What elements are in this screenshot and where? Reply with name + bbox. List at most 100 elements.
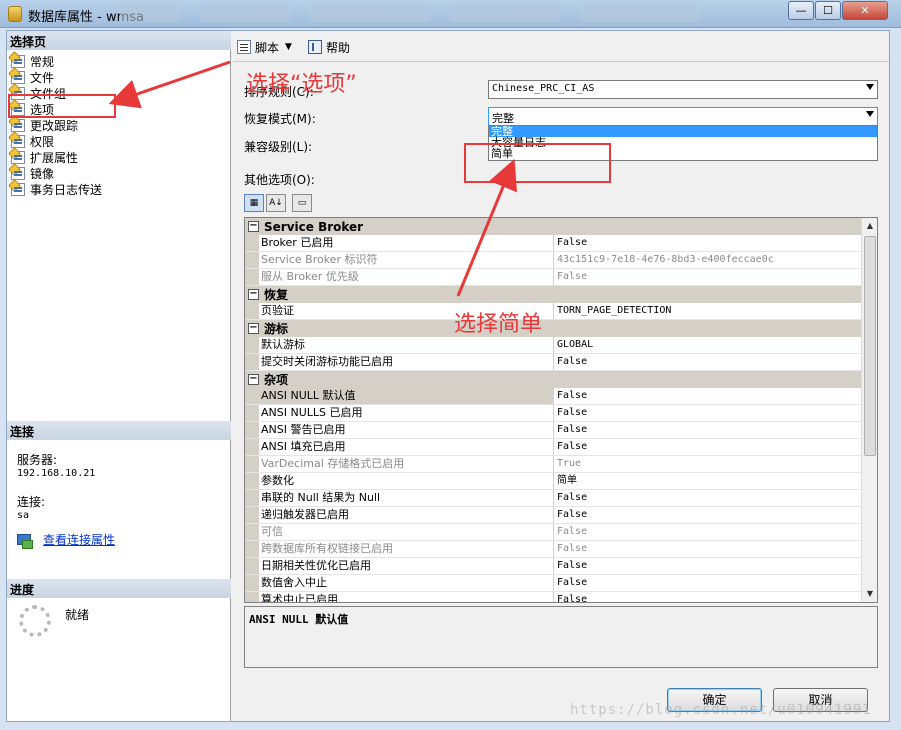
grid-row[interactable]: 数值舍入中止 False	[245, 575, 862, 592]
grid-row[interactable]: 默认游标 GLOBAL	[245, 337, 862, 354]
page-item[interactable]: 文件	[11, 69, 227, 85]
grid-row-name: ANSI NULLS 已启用	[259, 405, 554, 421]
grid-row[interactable]: 提交时关闭游标功能已启用 False	[245, 354, 862, 371]
grid-row-value[interactable]: False	[554, 439, 862, 455]
maximize-button[interactable]: ☐	[815, 1, 841, 20]
grid-row-gutter	[245, 575, 259, 591]
other-options-label: 其他选项(O):	[244, 173, 315, 187]
sort-alphabetical-icon[interactable]: A↓	[266, 194, 286, 212]
taskbar-blur	[450, 4, 560, 22]
page-item[interactable]: 扩展属性	[11, 149, 227, 165]
grid-row-value[interactable]: False	[554, 592, 862, 602]
page-item-label: 文件	[30, 70, 55, 85]
grid-row-value[interactable]: 简单	[554, 473, 862, 489]
grid-row-gutter	[245, 592, 259, 602]
script-button[interactable]: 脚本 ▼	[233, 37, 300, 57]
grid-row-value[interactable]: False	[554, 558, 862, 574]
collapse-icon[interactable]: −	[248, 323, 259, 334]
minimize-button[interactable]: —	[788, 1, 814, 20]
grid-row[interactable]: Broker 已启用 False	[245, 235, 862, 252]
grid-row-value[interactable]: False	[554, 405, 862, 421]
grid-row-gutter	[245, 473, 259, 489]
grid-row-value[interactable]: False	[554, 422, 862, 438]
collation-value: Chinese_PRC_CI_AS	[492, 83, 595, 94]
collapse-icon[interactable]: −	[248, 289, 259, 300]
page-item[interactable]: 更改跟踪	[11, 117, 227, 133]
grid-row-name: ANSI 填充已启用	[259, 439, 554, 455]
server-value: 192.168.10.21	[17, 468, 96, 479]
grid-category[interactable]: − Service Broker	[245, 218, 862, 235]
collation-select[interactable]: Chinese_PRC_CI_AS	[488, 80, 878, 99]
grid-row[interactable]: 参数化 简单	[245, 473, 862, 490]
grid-row-value[interactable]: False	[554, 541, 862, 557]
connection-value: sa	[17, 510, 30, 521]
scroll-thumb[interactable]	[864, 236, 876, 456]
page-item[interactable]: 常规	[11, 53, 227, 69]
scroll-down-icon[interactable]: ▼	[862, 586, 877, 602]
close-button[interactable]: ✕	[842, 1, 888, 20]
grid-row[interactable]: ANSI NULLS 已启用 False	[245, 405, 862, 422]
grid-row-name: 默认游标	[259, 337, 554, 353]
title-bar: 数据库属性 - wmsa — ☐ ✕	[0, 0, 901, 28]
page-icon	[11, 166, 25, 180]
grid-row-value[interactable]: False	[554, 269, 862, 285]
scroll-up-icon[interactable]: ▲	[862, 218, 877, 234]
grid-row[interactable]: 串联的 Null 结果为 Null False	[245, 490, 862, 507]
recovery-model-value: 完整	[492, 112, 514, 125]
collapse-icon[interactable]: −	[248, 221, 259, 232]
grid-row[interactable]: 服从 Broker 优先级 False	[245, 269, 862, 286]
grid-category[interactable]: − 杂项	[245, 371, 862, 388]
grid-row-value[interactable]: True	[554, 456, 862, 472]
collapse-icon[interactable]: −	[248, 374, 259, 385]
grid-category[interactable]: − 游标	[245, 320, 862, 337]
progress-area: 就绪	[17, 603, 217, 643]
view-connection-properties-link[interactable]: 查看连接属性	[43, 531, 115, 548]
grid-row-value[interactable]: GLOBAL	[554, 337, 862, 353]
page-icon	[11, 118, 25, 132]
grid-row-value[interactable]: False	[554, 507, 862, 523]
grid-row-name: ANSI NULL 默认值	[259, 388, 554, 404]
page-item[interactable]: 镜像	[11, 165, 227, 181]
grid-row-name: 可信	[259, 524, 554, 540]
select-page-header: 选择页	[7, 31, 231, 50]
grid-category[interactable]: − 恢复	[245, 286, 862, 303]
page-icon	[11, 54, 25, 68]
help-label: 帮助	[325, 40, 350, 55]
grid-row-value[interactable]: False	[554, 235, 862, 251]
grid-row-gutter	[245, 235, 259, 251]
grid-row-value[interactable]: False	[554, 490, 862, 506]
grid-row-value[interactable]: 43c151c9-7e18-4e76-8bd3-e400feccae0c	[554, 252, 862, 268]
view-connection-properties[interactable]: 查看连接属性	[17, 531, 115, 549]
help-button[interactable]: 帮助	[304, 37, 354, 57]
grid-row-value[interactable]: False	[554, 575, 862, 591]
grid-row[interactable]: ANSI 警告已启用 False	[245, 422, 862, 439]
grid-row[interactable]: 递归触发器已启用 False	[245, 507, 862, 524]
grid-row[interactable]: ANSI NULL 默认值 False	[245, 388, 862, 405]
vertical-scrollbar[interactable]: ▲ ▼	[861, 218, 877, 602]
categorized-icon[interactable]: ▦	[244, 194, 264, 212]
recovery-option[interactable]: 完整	[489, 126, 877, 137]
grid-row-value[interactable]: False	[554, 524, 862, 540]
page-item[interactable]: 权限	[11, 133, 227, 149]
grid-row-value[interactable]: False	[554, 354, 862, 370]
grid-row[interactable]: 跨数据库所有权链接已启用 False	[245, 541, 862, 558]
grid-row[interactable]: 算术中止已启用 False	[245, 592, 862, 602]
grid-row-gutter	[245, 524, 259, 540]
grid-row[interactable]: VarDecimal 存储格式已启用 True	[245, 456, 862, 473]
property-pages-icon[interactable]: ▭	[292, 194, 312, 212]
grid-row-gutter	[245, 422, 259, 438]
grid-row-value[interactable]: False	[554, 388, 862, 404]
recovery-model-select[interactable]: 完整	[488, 107, 878, 126]
grid-row[interactable]: 日期相关性优化已启用 False	[245, 558, 862, 575]
help-icon	[307, 40, 322, 54]
grid-row[interactable]: 页验证 TORN_PAGE_DETECTION	[245, 303, 862, 320]
page-item[interactable]: 事务日志传送	[11, 181, 227, 197]
grid-category-label: 恢复	[264, 288, 289, 302]
grid-row[interactable]: 可信 False	[245, 524, 862, 541]
toolbar: 脚本 ▼ 帮助	[233, 36, 354, 58]
grid-row[interactable]: ANSI 填充已启用 False	[245, 439, 862, 456]
grid-row-value[interactable]: TORN_PAGE_DETECTION	[554, 303, 862, 319]
grid-row[interactable]: Service Broker 标识符 43c151c9-7e18-4e76-8bd…	[245, 252, 862, 269]
connection-properties-icon	[17, 533, 33, 549]
chevron-down-icon[interactable]: ▼	[285, 42, 292, 52]
